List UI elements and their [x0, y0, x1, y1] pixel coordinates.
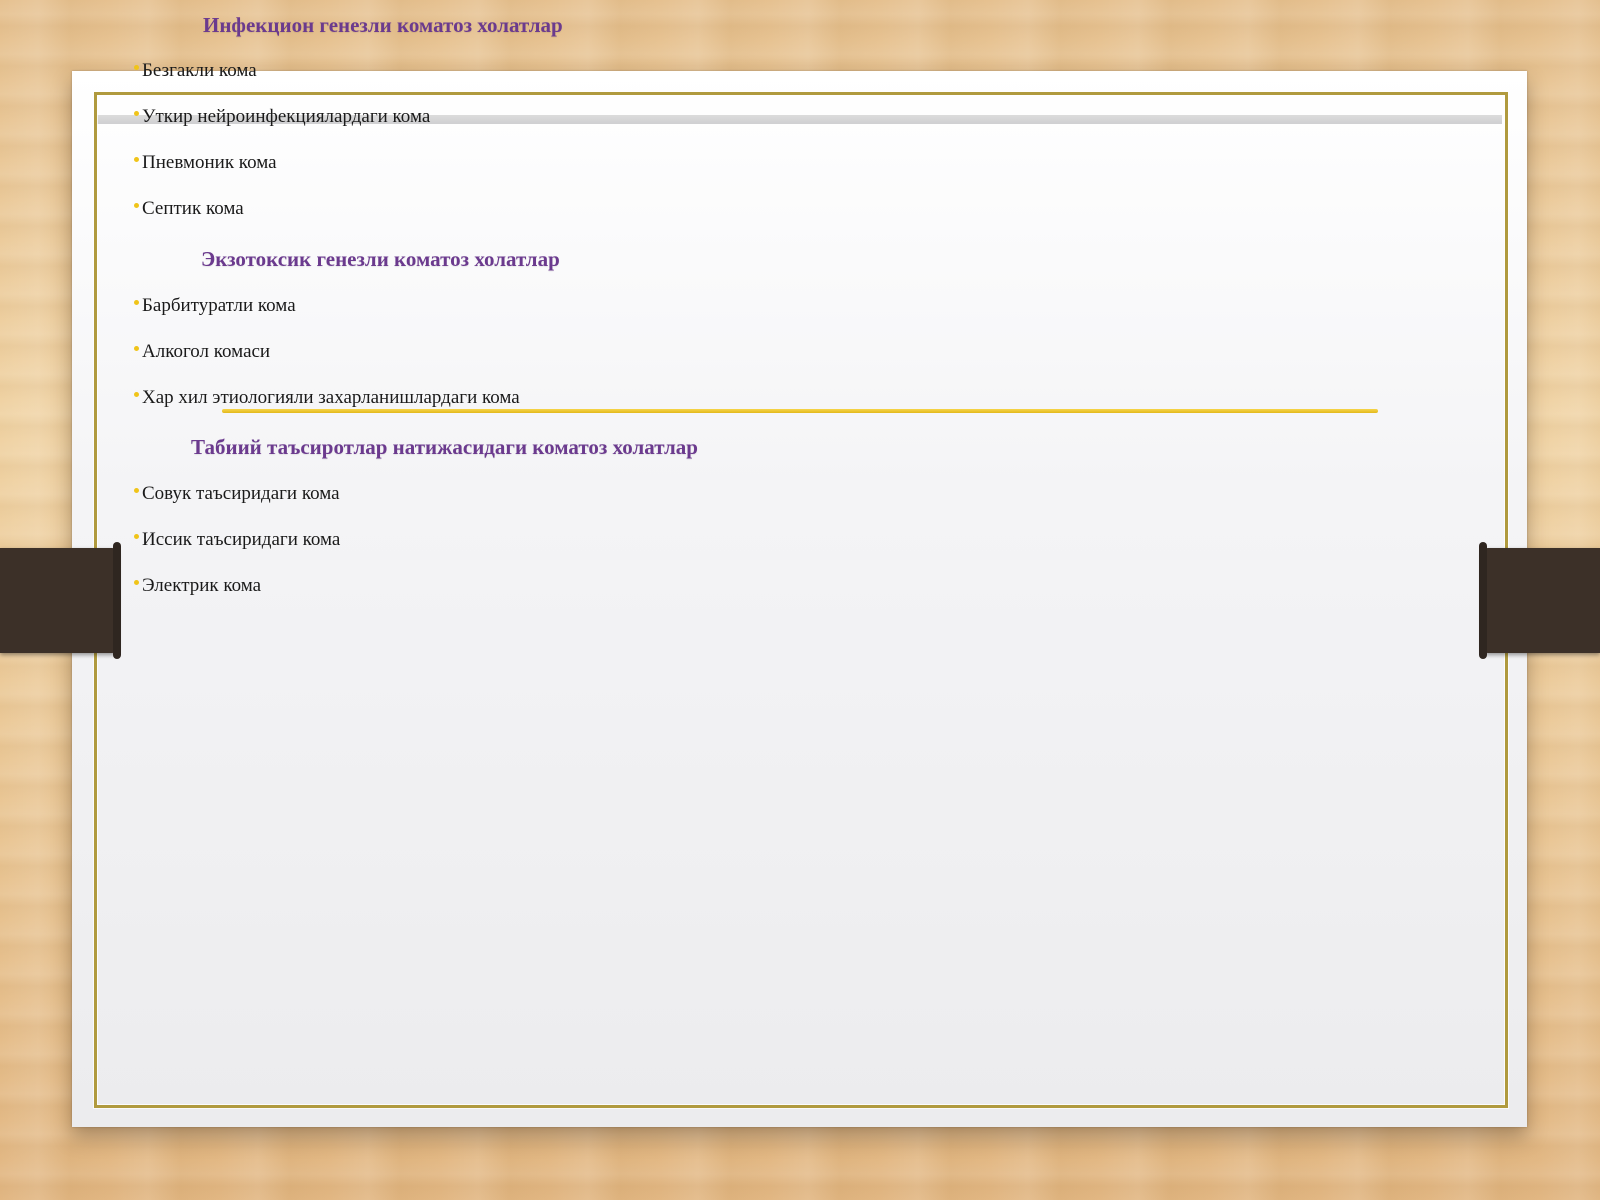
list-item: Барбитуратли кома: [134, 295, 296, 317]
bullet-icon: [134, 579, 139, 585]
section-heading-exotoxic: Экзотоксик генезли коматоз холатлар: [201, 247, 560, 271]
list-item-label: Иссик таъсиридаги кома: [142, 529, 341, 550]
list-item: Совук таъсиридаги кома: [134, 483, 340, 505]
list-item-label: Пневмоник кома: [142, 152, 277, 173]
list-item: Электрик кома: [134, 575, 261, 597]
list-item-label: Уткир нейроинфекциялардаги кома: [142, 106, 431, 127]
list-item: Хар хил этиологияли захарланишлардаги ко…: [134, 387, 520, 409]
list-item-label: Безгакли кома: [142, 60, 257, 81]
list-item-label: Септик кома: [142, 198, 244, 219]
slide-content: Инфекцион генезли коматоз холатлар Безга…: [0, 0, 1600, 1200]
bullet-icon: [134, 487, 139, 493]
list-item: Уткир нейроинфекциялардаги кома: [134, 106, 430, 128]
bullet-icon: [134, 110, 139, 116]
list-item-label: Хар хил этиологияли захарланишлардаги ко…: [142, 387, 520, 408]
bullet-icon: [134, 156, 139, 162]
list-item-label: Барбитуратли кома: [142, 295, 296, 316]
bullet-icon: [134, 533, 139, 539]
list-item: Септик кома: [134, 198, 244, 220]
bullet-icon: [134, 299, 139, 305]
bullet-icon: [134, 64, 139, 70]
list-item: Иссик таъсиридаги кома: [134, 529, 340, 551]
list-item: Алкогол комаси: [134, 341, 270, 363]
bullet-icon: [134, 345, 139, 351]
list-item-label: Алкогол комаси: [142, 341, 271, 362]
bullet-icon: [134, 202, 139, 208]
section-heading-infectious: Инфекцион генезли коматоз холатлар: [203, 13, 563, 37]
list-item: Безгакли кома: [134, 60, 257, 82]
bullet-icon: [134, 391, 139, 397]
list-item-label: Электрик кома: [142, 575, 262, 596]
list-item: Пневмоник кома: [134, 152, 277, 174]
list-item-label: Совук таъсиридаги кома: [142, 483, 340, 504]
section-heading-natural: Табиий таъсиротлар натижасидаги коматоз …: [191, 435, 698, 459]
